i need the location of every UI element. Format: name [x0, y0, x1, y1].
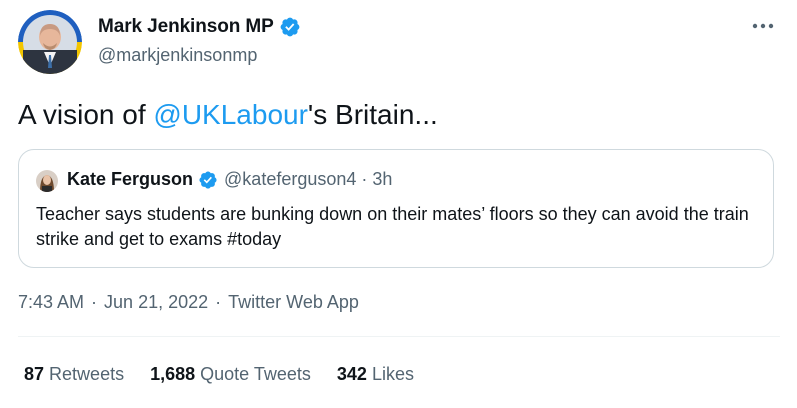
retweets-count: 87 — [24, 364, 45, 384]
author-name[interactable]: Mark Jenkinson MP — [98, 16, 274, 38]
quote-tweets-stat[interactable]: 1,688 Quote Tweets — [150, 364, 311, 385]
mention-link[interactable]: @UKLabour — [153, 99, 308, 130]
quoted-separator: · — [361, 169, 368, 189]
author-handle[interactable]: @markjenkinsonmp — [98, 45, 257, 66]
likes-label: Likes — [371, 364, 414, 384]
tweet-time[interactable]: 7:43 AM — [18, 292, 84, 313]
meta-separator: · — [91, 292, 98, 312]
profile-photo-icon — [36, 170, 58, 192]
quote-tweets-label: Quote Tweets — [200, 364, 311, 384]
engagement-stats: 87 Retweets 1,688 Quote Tweets 342 Likes — [24, 364, 440, 385]
likes-stat[interactable]: 342 Likes — [337, 364, 414, 385]
likes-count: 342 — [336, 364, 367, 384]
quoted-timestamp[interactable]: 3h — [372, 169, 392, 190]
retweets-label: Retweets — [49, 364, 125, 384]
author-name-row[interactable]: Mark Jenkinson MP — [98, 16, 301, 38]
profile-photo-icon — [18, 10, 82, 74]
quoted-author-avatar[interactable] — [36, 170, 58, 192]
verified-badge-icon — [280, 17, 300, 37]
more-options-button[interactable] — [746, 14, 780, 38]
quoted-author-handle[interactable]: @kateferguson4 — [224, 169, 356, 190]
tweet-text: A vision of @UKLabour's Britain... — [18, 98, 438, 132]
tweet-date[interactable]: Jun 21, 2022 — [104, 292, 208, 313]
tweet-text-after: 's Britain... — [307, 99, 438, 130]
meta-separator: · — [215, 292, 222, 312]
more-options-icon — [752, 23, 774, 29]
tweet-meta: 7:43 AM · Jun 21, 2022 · Twitter Web App — [18, 292, 359, 313]
quoted-tweet-card[interactable]: Kate Ferguson @kateferguson4 · 3h Teache… — [18, 149, 774, 268]
divider — [18, 336, 780, 337]
quoted-tweet-text: Teacher says students are bunking down o… — [36, 204, 749, 249]
tweet-text-before: A vision of — [18, 99, 154, 130]
verified-badge-icon — [199, 170, 217, 189]
quoted-tweet-header: Kate Ferguson @kateferguson4 · 3h — [67, 169, 392, 190]
author-avatar[interactable] — [18, 10, 82, 74]
quoted-author-name[interactable]: Kate Ferguson — [67, 169, 193, 190]
quote-tweets-count: 1,688 — [150, 364, 196, 384]
tweet-source[interactable]: Twitter Web App — [228, 292, 359, 313]
retweets-stat[interactable]: 87 Retweets — [24, 364, 124, 385]
